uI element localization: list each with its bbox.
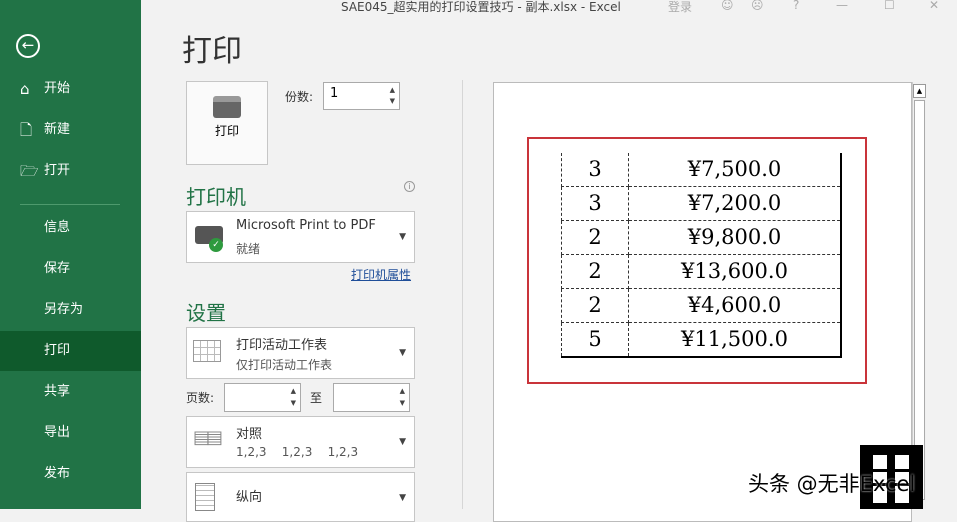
copies-input[interactable]: 1 ▲ ▼ [323,82,400,110]
printer-name: Microsoft Print to PDF [236,218,376,233]
spin-down-icon[interactable]: ▼ [390,97,395,105]
login-link[interactable]: 登录 [668,0,692,15]
chevron-down-icon: ▼ [399,232,406,242]
table-row: 2 ¥13,600.0 [561,254,841,290]
sidebar-item-2[interactable]: 🗁 打开 [0,151,141,191]
quantity-cell: 3 [561,186,629,222]
sidebar-divider [20,204,120,205]
back-arrow-icon[interactable]: ← [16,34,40,58]
spin-up-icon[interactable]: ▲ [390,86,395,94]
sidebar-item-5[interactable]: 另存为 [0,290,141,330]
sidebar-item-label: 开始 [44,81,71,96]
printer-properties-link[interactable]: 打印机属性 [351,266,411,283]
portrait-page-icon [195,483,215,511]
help-icon[interactable]: ? [793,0,799,12]
sidebar-item-9[interactable]: 发布 [0,454,141,494]
table-row: 2 ¥4,600.0 [561,288,841,324]
collate-icon: ▤▤ [193,427,223,448]
printer-status: 就绪 [236,242,261,256]
sidebar-item-7[interactable]: 共享 [0,372,141,412]
printer-select[interactable]: ✓ Microsoft Print to PDF 就绪 ▼ [186,211,415,263]
quantity-cell: 2 [561,254,629,290]
sidebar-item-0[interactable]: ⌂ 开始 [0,69,141,109]
sidebar-item-label: 新建 [44,122,71,137]
sidebar-item-label: 打印 [44,343,71,358]
quantity-cell: 3 [561,153,629,188]
quantity-cell: 2 [561,220,629,256]
spin-down-icon[interactable]: ▼ [400,399,405,407]
pane-divider [462,80,463,509]
spin-down-icon[interactable]: ▼ [291,399,296,407]
sidebar-item-label: 打开 [44,163,71,178]
sidebar-item-label: 另存为 [44,302,84,317]
nav-icon: 🗋 [20,121,33,139]
sidebar-item-label: 保存 [44,261,71,276]
backstage-sidebar: ← ⌂ 开始 🗋 新建 🗁 打开信息保存另存为打印共享导出发布 [0,0,141,509]
table-row: 3 ¥7,500.0 [561,153,841,188]
smile-icon[interactable]: ☺ [721,0,734,12]
maximize-button[interactable]: ☐ [884,0,895,12]
amount-cell: ¥13,600.0 [628,254,841,290]
pages-label: 页数: [186,391,215,405]
pages-from-input[interactable]: ▲ ▼ [224,383,301,412]
scope-subtitle: 仅打印活动工作表 [236,358,333,372]
chevron-down-icon: ▼ [399,437,406,447]
pages-to-label: 至 [310,391,323,405]
amount-cell: ¥9,800.0 [628,220,841,256]
amount-cell: ¥7,500.0 [628,153,841,188]
worksheet-icon [193,340,221,362]
spin-up-icon[interactable]: ▲ [291,387,296,395]
chevron-down-icon: ▼ [399,348,406,358]
quantity-cell: 5 [561,322,629,358]
amount-cell: ¥7,200.0 [628,186,841,222]
scroll-up-icon[interactable]: ▲ [913,84,926,98]
orientation-select[interactable]: 纵向 ▼ [186,472,415,522]
close-button[interactable]: ✕ [929,0,939,12]
table-row: 5 ¥11,500.0 [561,322,841,358]
printer-heading: 打印机 [186,185,246,209]
sidebar-item-6[interactable]: 打印 [0,331,141,371]
chevron-down-icon: ▼ [399,493,406,503]
sidebar-item-1[interactable]: 🗋 新建 [0,110,141,150]
orientation-value: 纵向 [236,490,263,505]
preview-table: 3 ¥7,500.0 3 ¥7,200.0 2 ¥9,800.0 2 ¥13,600.0 2 ¥4… [561,153,842,359]
page-title: 打印 [182,34,242,69]
window-title: SAE045_超实用的打印设置技巧 - 副本.xlsx - Excel [341,0,621,14]
spin-up-icon[interactable]: ▲ [400,387,405,395]
sidebar-item-4[interactable]: 保存 [0,249,141,289]
title-bar: SAE045_超实用的打印设置技巧 - 副本.xlsx - Excel 登录 ☺… [141,0,957,16]
sidebar-item-label: 发布 [44,466,71,481]
minimize-button[interactable]: — [836,0,848,12]
sidebar-item-label: 共享 [44,384,71,399]
watermark-text: 头条 @无非Excel [748,472,916,496]
amount-cell: ¥11,500.0 [628,322,841,358]
print-button-label: 打印 [214,124,239,138]
frown-icon[interactable]: ☹ [751,0,764,12]
table-row: 2 ¥9,800.0 [561,220,841,256]
nav-icon: ⌂ [20,80,30,98]
collate-select[interactable]: ▤▤ 对照 1,2,3 1,2,3 1,2,3 ▼ [186,416,415,468]
sidebar-item-8[interactable]: 导出 [0,413,141,453]
amount-cell: ¥4,600.0 [628,288,841,324]
copies-label: 份数: [285,90,314,104]
settings-heading: 设置 [186,301,226,325]
sidebar-item-3[interactable]: 信息 [0,208,141,248]
print-button[interactable]: 打印 [186,81,268,165]
nav-icon: 🗁 [20,162,39,180]
quantity-cell: 2 [561,288,629,324]
sidebar-item-label: 导出 [44,425,71,440]
ready-check-icon: ✓ [209,238,223,252]
scroll-thumb[interactable] [914,100,925,500]
pages-to-input[interactable]: ▲ ▼ [333,383,410,412]
table-row: 3 ¥7,200.0 [561,186,841,222]
printer-icon [213,96,241,118]
copies-value: 1 [330,86,339,101]
collate-subtitle: 1,2,3 1,2,3 1,2,3 [236,445,359,459]
print-scope-select[interactable]: 打印活动工作表 仅打印活动工作表 ▼ [186,327,415,379]
info-icon[interactable]: i [404,181,415,192]
sidebar-item-label: 信息 [44,220,71,235]
collate-title: 对照 [236,427,263,442]
scope-title: 打印活动工作表 [236,338,328,353]
